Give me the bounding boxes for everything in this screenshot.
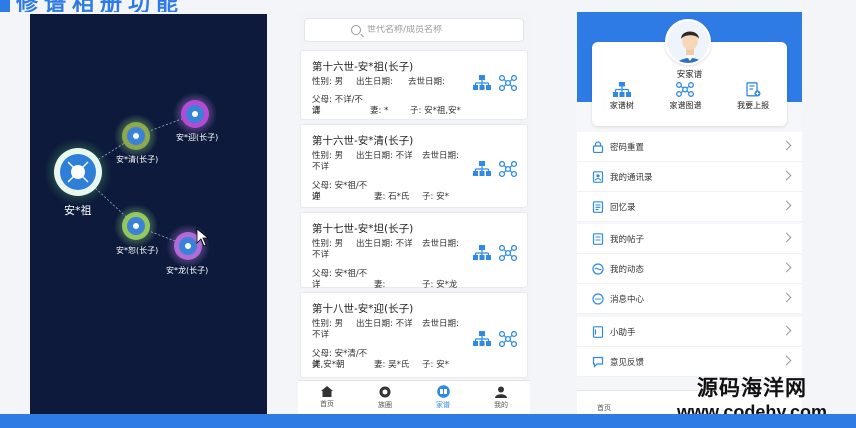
member-card[interactable]: 第十八世-安*迎(长子) 性别: 男出生日期: 不详 去世日期: 不详 父母: 安…	[300, 292, 528, 378]
nav-item-circle[interactable]: 族圈	[356, 381, 414, 414]
member-card-family: 父母: 安*祖/不详 妻: 子: 安*龙	[312, 269, 458, 290]
tree-node-label-root[interactable]: 安*祖	[64, 202, 92, 218]
feedback-icon	[592, 356, 604, 368]
network-icon[interactable]	[499, 331, 517, 347]
member-card-title: 第十七世-安*坦(长子)	[312, 223, 414, 235]
nav-label: 我的	[494, 400, 508, 409]
menu-item-memoir[interactable]: 回忆录	[577, 192, 802, 222]
family-graph-button[interactable]: 家谱图谱	[669, 82, 701, 111]
chevron-right-icon	[781, 355, 792, 366]
chevron-right-icon	[781, 262, 792, 273]
contacts-icon	[592, 170, 604, 183]
org-tree-icon[interactable]	[473, 331, 491, 347]
member-card-family-cont: 迎	[312, 192, 321, 202]
org-tree-icon[interactable]	[473, 245, 491, 261]
member-card-info: 性别: 男出生日期: 不详 去世日期:	[312, 151, 459, 161]
home-icon	[321, 386, 333, 397]
family-tree-canvas[interactable]: 安*祖 安*清(长子) 安*迎(长子) 安*恕(长子) 安*龙(长子)	[30, 14, 267, 414]
member-list-panel: 第十六世-安*祖(长子) 性别: 男出生日期:去世日期: 父母: 不详/不详妻:…	[298, 12, 530, 414]
member-card[interactable]: 第十七世-安*坦(长子) 性别: 男出生日期: 不详 去世日期: 不详 父母: 安…	[300, 212, 528, 290]
member-card-info-cont: 不详	[312, 162, 330, 172]
menu-group: 密码重置 我的通讯录 回忆录	[577, 132, 802, 222]
org-tree-icon[interactable]	[473, 161, 491, 177]
member-card-family: 父母: 安*祖/不详 妻: 石*氏 子: 安*	[312, 181, 449, 202]
chevron-right-icon	[781, 200, 792, 211]
activity-icon	[592, 262, 604, 275]
member-card-family-cont: 美,安*朝	[312, 360, 345, 370]
user-icon	[495, 386, 507, 398]
search-box[interactable]	[304, 18, 524, 42]
member-card-title: 第十八世-安*迎(长子)	[312, 303, 414, 315]
network-icon	[676, 82, 695, 97]
chevron-right-icon	[781, 292, 792, 303]
network-icon[interactable]	[499, 245, 517, 261]
action-label: 家谱图谱	[669, 101, 702, 110]
nav-item-home[interactable]: 首页	[597, 403, 611, 413]
nav-label: 首页	[320, 400, 334, 408]
org-tree-icon	[612, 82, 631, 97]
action-label: 我要上报	[737, 101, 770, 110]
member-card[interactable]: 第十六世-安*清(长子) 性别: 男出生日期: 不详 去世日期: 不详 父母: 安…	[300, 124, 528, 208]
book-icon	[436, 385, 450, 398]
search-input[interactable]	[367, 25, 477, 35]
menu-item-my-posts[interactable]: 我的帖子	[577, 224, 802, 254]
chevron-right-icon	[781, 140, 792, 151]
member-card-info-cont: 不详	[312, 330, 330, 340]
menu-item-assistant[interactable]: 小助手	[577, 317, 802, 347]
tree-node-label-n4[interactable]: 安*龙(长子)	[166, 265, 208, 276]
menu-item-contacts[interactable]: 我的通讯录	[577, 162, 802, 192]
menu-group: 小助手 意见反馈	[577, 317, 802, 377]
nav-label: 族圈	[378, 400, 392, 409]
tree-node-label-n2[interactable]: 安*迎(长子)	[176, 132, 218, 143]
family-tree-button[interactable]: 家谱树	[610, 82, 634, 111]
top-banner: 修谱相册功能	[0, 0, 250, 12]
avatar[interactable]	[665, 19, 711, 65]
profile-name: 安家谱	[676, 70, 703, 80]
chevron-right-icon	[781, 325, 792, 336]
member-card-family-cont: 清	[312, 106, 321, 116]
lock-icon	[592, 140, 604, 153]
chevron-right-icon	[781, 170, 792, 181]
banner-title: 修谱相册功能	[16, 0, 184, 12]
network-icon[interactable]	[499, 161, 517, 177]
member-card-info: 性别: 男出生日期: 去世日期:	[312, 77, 445, 87]
member-card-title: 第十六世-安*清(长子)	[312, 135, 414, 147]
action-label: 家谱树	[609, 101, 634, 110]
member-card[interactable]: 第十六世-安*祖(长子) 性别: 男出生日期: 去世日期: 父母: 不详/不详 妻:…	[300, 50, 528, 120]
member-card-family: 父母: 不详/不详 妻: * 子: 安*祖,安*	[312, 95, 461, 116]
org-tree-icon[interactable]	[473, 75, 491, 91]
camera-icon	[379, 386, 391, 397]
menu-item-password-reset[interactable]: 密码重置	[577, 132, 802, 162]
chevron-right-icon	[781, 232, 792, 243]
assistant-icon	[592, 325, 604, 338]
menu-group: 我的帖子 我的动态 消息中心	[577, 224, 802, 314]
member-card-info: 性别: 男出生日期: 不详 去世日期:	[312, 239, 459, 249]
bottom-nav: 首页 族圈 家谱 我的	[298, 380, 530, 414]
nav-item-home[interactable]: 首页	[298, 381, 356, 414]
member-card-info-cont: 不详	[312, 250, 330, 260]
mouse-cursor-icon	[196, 228, 210, 247]
nav-item-mine[interactable]: 我的	[472, 381, 530, 414]
member-card-info: 性别: 男出生日期: 不详 去世日期:	[312, 319, 459, 329]
tree-node-label-n1[interactable]: 安*清(长子)	[116, 154, 158, 165]
network-icon[interactable]	[499, 75, 517, 91]
nav-label: 家谱	[436, 401, 450, 409]
menu-item-my-activity[interactable]: 我的动态	[577, 254, 802, 284]
profile-panel: 安家谱 家谱树 家谱图谱 我要上报 密码重置 我的通讯录 回忆录 我的帖子 我的…	[577, 12, 802, 414]
report-button[interactable]: 我要上报	[737, 82, 769, 111]
post-icon	[592, 232, 604, 245]
bottom-accent-strip	[0, 414, 856, 428]
message-icon	[592, 292, 604, 305]
banner-accent-bar	[0, 0, 10, 12]
tree-node-label-n3[interactable]: 安*恕(长子)	[116, 245, 158, 256]
profile-actions: 家谱树 家谱图谱 我要上报	[592, 82, 787, 111]
member-card-title: 第十六世-安*祖(长子)	[312, 61, 414, 73]
watermark-title: 源码海洋网	[697, 376, 807, 400]
menu-item-messages[interactable]: 消息中心	[577, 284, 802, 314]
nav-item-genealogy[interactable]: 家谱	[414, 381, 472, 414]
report-icon	[745, 82, 761, 97]
memoir-icon	[592, 200, 604, 213]
search-icon	[351, 25, 361, 35]
